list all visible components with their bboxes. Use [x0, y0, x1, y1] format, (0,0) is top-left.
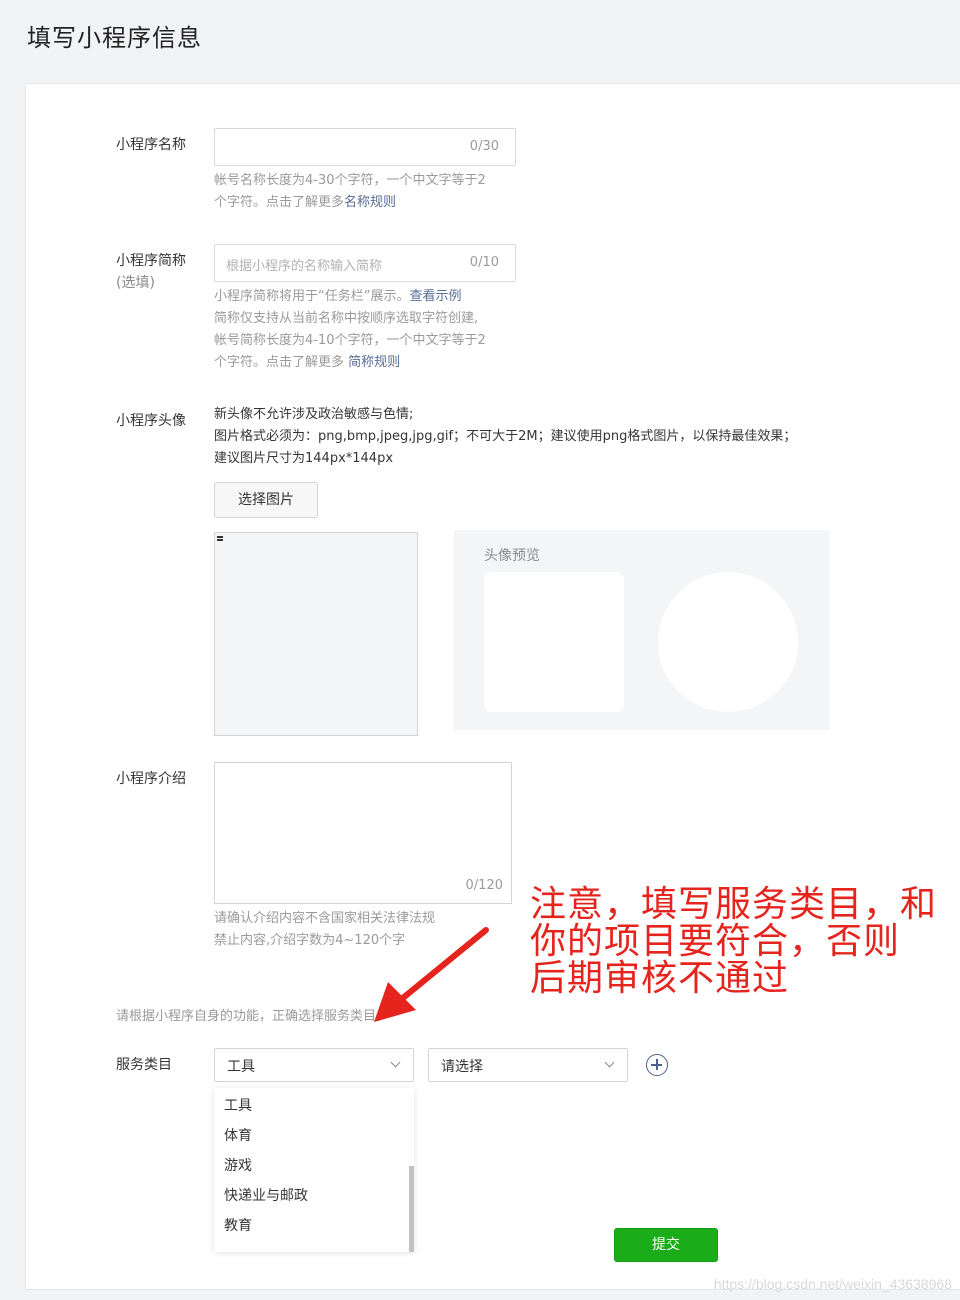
short-name-tip-line3: 帐号简称长度为4-10个字符，一个中文字等于2 [214, 333, 486, 348]
short-name-counter: 0/10 [469, 255, 499, 270]
short-name-optional: (选填) [116, 275, 155, 291]
secondary-category-value: 请选择 [441, 1059, 483, 1075]
dropdown-option[interactable]: 教育 [214, 1211, 414, 1241]
annotation-line3: 后期审核不通过 [530, 958, 790, 999]
dropdown-scrollbar[interactable] [409, 1166, 414, 1252]
intro-textarea[interactable]: 0/120 [214, 762, 512, 904]
red-arrow-icon [374, 927, 489, 1022]
name-input[interactable]: 0/30 [214, 128, 516, 166]
short-name-label: 小程序简称 (选填) [116, 250, 186, 294]
intro-label: 小程序介绍 [116, 771, 186, 787]
page-title: 填写小程序信息 [27, 24, 202, 52]
name-rules-link[interactable]: 名称规则 [344, 195, 396, 210]
short-name-label-text: 小程序简称 [116, 253, 186, 269]
name-tip-line2: 个字符。点击了解更多 [214, 195, 345, 210]
avatar-label: 小程序头像 [116, 413, 186, 429]
short-name-rules-link[interactable]: 简称规则 [348, 355, 400, 370]
short-name-placeholder: 根据小程序的名称输入简称 [226, 259, 383, 274]
primary-category-select[interactable]: 工具 [214, 1048, 414, 1082]
avatar-rule-3: 建议图片尺寸为144px*144px [214, 451, 394, 466]
name-tip-line1: 帐号名称长度为4-30个字符，一个中文字等于2 [214, 173, 486, 188]
view-example-link[interactable]: 查看示例 [409, 289, 461, 304]
name-tip: 帐号名称长度为4-30个字符，一个中文字等于2 个字符。点击了解更多名称规则 [214, 170, 486, 214]
short-name-tip-line1: 小程序简称将用于“任务栏”展示。 [214, 289, 410, 304]
intro-counter: 0/120 [465, 878, 503, 893]
avatar-rule-2: 图片格式必须为：png,bmp,jpeg,jpg,gif；不可大于2M；建议使用… [214, 429, 797, 444]
annotation-line1: 注意，填写服务类目，和 [530, 884, 938, 925]
submit-button[interactable]: 提交 [614, 1228, 718, 1262]
category-dropdown: 工具 体育 游戏 快递业与邮政 教育 [214, 1088, 414, 1252]
avatar-rules: 新头像不允许涉及政治敏感与色情; 图片格式必须为：png,bmp,jpeg,jp… [214, 404, 796, 470]
secondary-category-select[interactable]: 请选择 [428, 1048, 628, 1082]
name-label: 小程序名称 [116, 137, 186, 153]
avatar-preview-circle [658, 572, 798, 712]
short-name-tip: 小程序简称将用于“任务栏”展示。查看示例 简称仅支持从当前名称中按顺序选取字符创… [214, 286, 486, 374]
watermark: https://blog.csdn.net/weixin_43638968 [713, 1276, 952, 1292]
chevron-down-icon [604, 1057, 615, 1068]
avatar-crop-area[interactable] [214, 532, 418, 736]
annotation-note: 注意，填写服务类目，和 你的项目要符合，否则 后期审核不通过 [530, 886, 950, 997]
short-name-tip-line2: 简称仅支持从当前名称中按顺序选取字符创建, [214, 311, 479, 326]
avatar-preview-title: 头像预览 [484, 548, 540, 564]
category-hint: 请根据小程序自身的功能，正确选择服务类目。 [116, 1009, 390, 1024]
avatar-preview-square [484, 572, 624, 712]
name-counter: 0/30 [469, 139, 499, 154]
dropdown-option[interactable]: 工具 [214, 1091, 414, 1121]
crop-handle-icon [217, 536, 223, 541]
dropdown-option[interactable]: 游戏 [214, 1151, 414, 1181]
annotation-line2: 你的项目要符合，否则 [530, 921, 901, 962]
chevron-down-icon [390, 1057, 401, 1068]
avatar-preview: 头像预览 [454, 530, 830, 730]
category-label: 服务类目 [116, 1057, 172, 1073]
primary-category-value: 工具 [227, 1059, 255, 1075]
select-image-button[interactable]: 选择图片 [214, 482, 318, 518]
short-name-input[interactable]: 根据小程序的名称输入简称 0/10 [214, 244, 516, 282]
add-category-icon[interactable] [646, 1054, 668, 1076]
dropdown-option[interactable]: 快递业与邮政 [214, 1181, 414, 1211]
short-name-tip-line4: 个字符。点击了解更多 [214, 355, 349, 370]
avatar-rule-1: 新头像不允许涉及政治敏感与色情; [214, 407, 414, 422]
dropdown-option[interactable]: 体育 [214, 1121, 414, 1151]
